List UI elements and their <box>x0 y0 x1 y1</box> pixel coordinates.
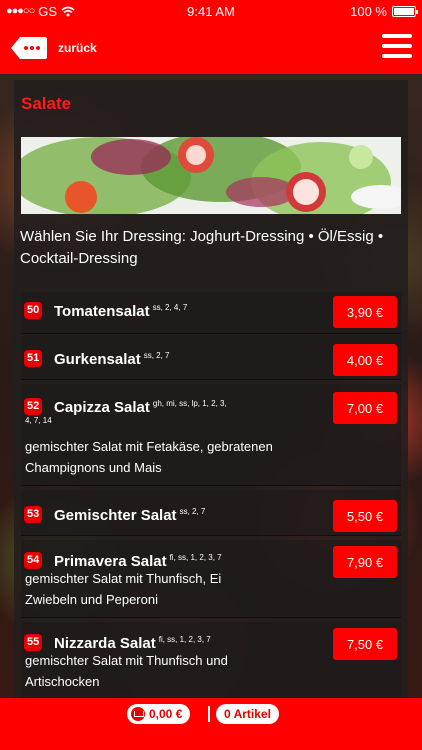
content-panel: Salate Wählen Sie Ihr Dressing: Joghurt-… <box>14 80 408 700</box>
wifi-icon <box>61 6 75 16</box>
allergen-codes: gh, mi, ss, lp, 1, 2, 3, <box>152 399 227 408</box>
allergen-codes: fi, ss, 1, 2, 3, 7 <box>158 635 211 644</box>
price-button[interactable]: 4,00 € <box>333 344 397 376</box>
section-title: Salate <box>21 94 72 113</box>
list-item[interactable]: 54 Primavera Salat fi, ss, 1, 2, 3, 7 gem… <box>21 540 401 618</box>
battery-percent: 100 % <box>350 3 387 19</box>
battery-icon <box>392 5 418 17</box>
signal-icon: ●●●○○ <box>6 5 35 17</box>
list-item[interactable]: 50 Tomatensalat ss, 2, 4, 7 3,90 € <box>21 292 401 334</box>
price-button[interactable]: 5,50 € <box>333 500 397 532</box>
item-name: Tomatensalat ss, 2, 4, 7 <box>54 303 188 320</box>
price-button[interactable]: 3,90 € <box>333 296 397 328</box>
list-item[interactable]: 51 Gurkensalat ss, 2, 7 4,00 € <box>21 336 401 380</box>
dressing-info: Wählen Sie Ihr Dressing: Joghurt-Dressin… <box>20 228 384 267</box>
allergen-codes: fi, ss, 1, 2, 3, 7 <box>169 553 222 562</box>
item-name: Gemischter Salat ss, 2, 7 <box>54 507 206 524</box>
price-button[interactable]: 7,00 € <box>333 392 397 424</box>
list-item[interactable]: 55 Nizzarda Salat fi, ss, 1, 2, 3, 7 gemi… <box>21 622 401 700</box>
allergen-codes: ss, 2, 7 <box>143 351 170 360</box>
cart-icon <box>131 707 145 721</box>
item-number-badge: 54 <box>24 552 43 569</box>
clock: 9:41 AM <box>187 3 235 19</box>
item-number-badge: 55 <box>24 634 43 651</box>
price-button[interactable]: 7,50 € <box>333 628 397 660</box>
item-description: gemischter Salat mit Thunfisch, Ei Zwieb… <box>25 571 222 607</box>
allergen-codes-cont: 4, 7, 14 <box>25 416 52 425</box>
nav-bar: zurück <box>0 22 422 74</box>
cart-total: 0,00 € <box>149 707 183 721</box>
article-count-button[interactable]: 0 Artikel <box>216 704 279 724</box>
item-description: gemischter Salat mit Fetakäse, gebratene… <box>25 439 273 475</box>
salad-hero-image <box>21 137 401 214</box>
list-item[interactable]: 53 Gemischter Salat ss, 2, 7 5,50 € <box>21 490 401 536</box>
bottom-bar: 0,00 € 0 Artikel <box>0 698 422 750</box>
item-description: gemischter Salat mit Thunfisch und Artis… <box>25 653 228 689</box>
carrier-label: GS <box>38 3 58 19</box>
item-number-badge: 52 <box>24 398 43 415</box>
status-bar: ●●●○○ GS 9:41 AM 100 % <box>0 0 422 22</box>
item-name: Gurkensalat ss, 2, 7 <box>54 351 170 368</box>
allergen-codes: ss, 2, 7 <box>179 507 206 516</box>
item-number-badge: 53 <box>24 506 43 523</box>
price-button[interactable]: 7,90 € <box>333 546 397 578</box>
back-label: zurück <box>58 41 97 55</box>
hamburger-menu-icon[interactable] <box>382 34 412 60</box>
back-button[interactable]: zurück <box>10 36 97 60</box>
cart-total-button[interactable]: 0,00 € <box>127 704 191 724</box>
item-name: Capizza Salat gh, mi, ss, lp, 1, 2, 3, <box>54 399 227 416</box>
allergen-codes: ss, 2, 4, 7 <box>152 303 188 312</box>
item-number-badge: 50 <box>24 302 43 319</box>
divider <box>208 706 210 722</box>
back-arrow-icon <box>11 37 47 59</box>
list-item[interactable]: 52 Capizza Salat gh, mi, ss, lp, 1, 2, 3,… <box>21 384 401 486</box>
item-number-badge: 51 <box>24 350 43 367</box>
